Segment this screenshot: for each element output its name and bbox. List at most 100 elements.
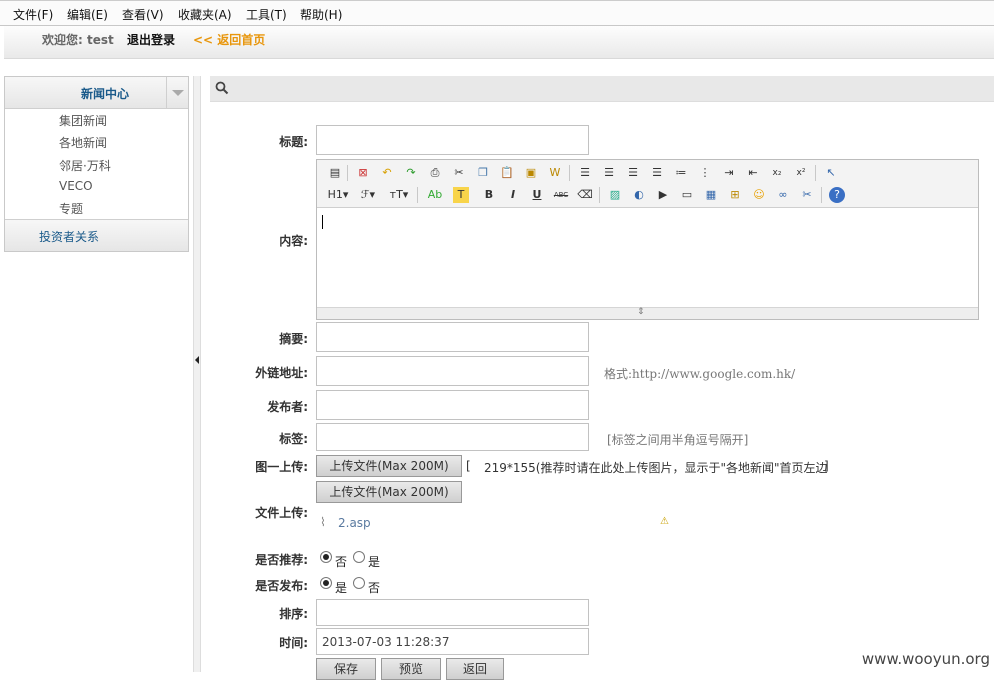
cut-icon[interactable]: ✂ [451,165,467,181]
copy-icon[interactable]: ❐ [475,165,491,181]
paste-icon[interactable]: 📋 [499,165,515,181]
underline-button[interactable]: U [529,187,545,203]
undo-icon[interactable]: ↶ [379,165,395,181]
image-upload-hint: 219*155(推荐时请在此处上传图片，显示于"各地新闻"首页左边 [484,459,828,476]
warning-icon: ⚠ [660,516,669,527]
sort-input[interactable] [316,599,589,626]
flash-icon[interactable]: ◐ [631,187,647,203]
tags-label: 标签: [218,430,308,447]
menu-view[interactable]: 查看(V) [122,6,164,23]
summary-label: 摘要: [218,330,308,347]
recommend-label: 是否推荐: [218,551,308,568]
link-label: 外链地址: [218,364,308,381]
help-icon[interactable]: ? [829,187,845,203]
eraser-icon[interactable]: ⌫ [577,187,593,203]
title-label: 标题: [218,133,308,150]
recommend-yes-label: 是 [368,553,380,570]
print-icon[interactable]: ⎙ [427,165,443,181]
summary-input[interactable] [316,322,589,352]
link-icon[interactable]: ∞ [775,187,791,203]
publish-no-label: 否 [368,579,380,596]
editor-toolbar: ▤ ⊠ ↶ ↷ ⎙ ✂ ❐ 📋 ▣ W ☰ ☰ ☰ ☰ ≔ ⋮ ⇥ ⇤ x₂ x… [317,160,978,208]
superscript-icon[interactable]: x² [793,165,809,181]
bold-button[interactable]: B [481,187,497,203]
sidebar-section-header[interactable]: 新闻中心 [5,77,188,109]
publisher-label: 发布者: [218,398,308,415]
menu-file[interactable]: 文件(F) [13,6,53,23]
align-left-icon[interactable]: ☰ [577,165,593,181]
sidebar: 新闻中心 集团新闻 各地新闻 邻居·万科 VECO 专题 投资者关系 [4,76,189,252]
insert-hr-icon[interactable]: ⊞ [727,187,743,203]
sidebar-item-group-news[interactable]: 集团新闻 [59,112,107,129]
recommend-no-radio[interactable] [320,551,332,563]
align-center-icon[interactable]: ☰ [601,165,617,181]
video-icon[interactable]: ▭ [679,187,695,203]
outdent-icon[interactable]: ⇤ [745,165,761,181]
sidebar-item-veco[interactable]: VECO [59,179,93,193]
heading-button[interactable]: H1▾ [325,187,351,203]
publish-no-radio[interactable] [353,577,365,589]
sidebar-item-topics[interactable]: 专题 [59,200,83,217]
sort-label: 排序: [218,605,308,622]
file-upload-button[interactable]: 上传文件(Max 200M) [316,481,462,503]
sidebar-item-neighbor[interactable]: 邻居·万科 [59,157,111,174]
preview-button[interactable]: 预览 [381,658,441,680]
highlight-button[interactable]: T [453,187,469,203]
paste-text-icon[interactable]: ▣ [523,165,539,181]
strikethrough-button[interactable]: ABC [553,187,569,203]
italic-button[interactable]: I [505,187,521,203]
align-right-icon[interactable]: ☰ [625,165,641,181]
image-hint-close: ] [824,459,829,473]
sidebar-collapse-handle[interactable] [193,76,201,672]
publish-label: 是否发布: [218,577,308,594]
recommend-yes-radio[interactable] [353,551,365,563]
text-caret [322,215,323,229]
publisher-input[interactable] [316,390,589,420]
time-label: 时间: [218,634,308,651]
back-button[interactable]: 返回 [446,658,504,680]
sidebar-item-investor[interactable]: 投资者关系 [5,219,188,251]
menu-favorites[interactable]: 收藏夹(A) [178,6,232,23]
menu-edit[interactable]: 编辑(E) [67,6,108,23]
emoticon-icon[interactable]: ☺ [751,187,767,203]
redo-icon[interactable]: ↷ [403,165,419,181]
link-input[interactable] [316,356,589,386]
table-icon[interactable]: ▦ [703,187,719,203]
paste-word-icon[interactable]: W [547,165,563,181]
unordered-list-icon[interactable]: ⋮ [697,165,713,181]
attached-file-link[interactable]: 2.asp [338,516,371,530]
tags-input[interactable] [316,423,589,451]
subscript-icon[interactable]: x₂ [769,165,785,181]
fullscreen-icon[interactable]: ⊠ [355,165,371,181]
chevron-down-icon[interactable] [166,77,188,108]
publish-yes-label: 是 [335,579,347,596]
top-bar: 欢迎您: test 退出登录 << 返回首页 [4,26,994,59]
image-icon[interactable]: ▨ [607,187,623,203]
publish-yes-radio[interactable] [320,577,332,589]
select-all-icon[interactable]: ↖ [823,165,839,181]
rich-text-editor: ▤ ⊠ ↶ ↷ ⎙ ✂ ❐ 📋 ▣ W ☰ ☰ ☰ ☰ ≔ ⋮ ⇥ ⇤ x₂ x… [316,159,979,320]
logout-link[interactable]: 退出登录 [127,31,175,48]
ordered-list-icon[interactable]: ≔ [673,165,689,181]
search-icon[interactable] [215,81,229,95]
image-upload-button[interactable]: 上传文件(Max 200M) [316,455,462,477]
font-size-button[interactable]: тT▾ [387,187,411,203]
unlink-icon[interactable]: ✂ [799,187,815,203]
menu-bar: 文件(F) 编辑(E) 查看(V) 收藏夹(A) 工具(T) 帮助(H) [0,0,994,26]
time-input[interactable] [316,628,589,655]
font-family-button[interactable]: ℱ▾ [357,187,379,203]
media-icon[interactable]: ▶ [655,187,671,203]
editor-resize-handle[interactable]: ⇕ [317,307,978,319]
back-home-link[interactable]: << 返回首页 [193,31,265,48]
sidebar-item-local-news[interactable]: 各地新闻 [59,134,107,151]
align-justify-icon[interactable]: ☰ [649,165,665,181]
editor-content-area[interactable] [317,209,978,307]
source-icon[interactable]: ▤ [327,165,343,181]
menu-help[interactable]: 帮助(H) [300,6,342,23]
save-button[interactable]: 保存 [316,658,376,680]
sidebar-section-label: 新闻中心 [39,85,129,102]
font-color-button[interactable]: Ab [425,187,445,203]
title-input[interactable] [316,125,589,155]
menu-tools[interactable]: 工具(T) [246,6,287,23]
indent-icon[interactable]: ⇥ [721,165,737,181]
